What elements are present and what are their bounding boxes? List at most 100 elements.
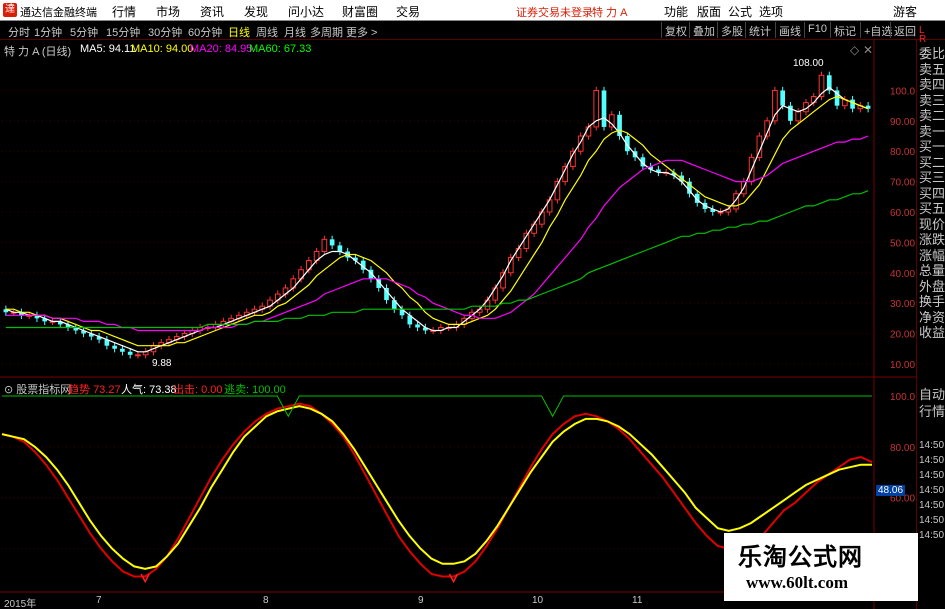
menu-layout[interactable]: 版面 (697, 3, 721, 20)
gear-icon[interactable]: ⊙ (4, 384, 16, 396)
sidebar-time: 14:50 (919, 530, 945, 541)
sidebar-item: 卖一 (919, 123, 945, 139)
sidebar-item: 卖三 (919, 92, 945, 108)
sidebar-item: 买五 (919, 201, 945, 216)
candle-body (850, 99, 855, 109)
sidebar-label-r[interactable]: R (919, 32, 926, 47)
menu-bar: 達 通达信金融终端 行情 市场 资讯 发现 问小达 财富圈 交易 证券交易未登录… (0, 0, 945, 21)
watermark-title: 乐淘公式网 (738, 542, 863, 571)
candle-body (112, 345, 117, 349)
sidebar-item: 买三 (919, 170, 945, 185)
diamond-icon[interactable]: ◇ (850, 43, 859, 57)
trend-legend: 趋势 73.27 (68, 384, 121, 396)
sidebar-item: 换手 (919, 294, 945, 309)
kline-chart[interactable]: 100.0 90.00 80.00 70.00 60.00 50.00 40.00 30.00… (0, 40, 945, 378)
menu-wealth[interactable]: 财富圈 (342, 3, 378, 20)
sidebar-item: 总量 (919, 263, 945, 278)
candle-body (415, 324, 420, 328)
ma60-legend: MA60: 67.33 (249, 43, 312, 55)
login-status[interactable]: 证券交易未登录 (516, 4, 593, 20)
sidebar-quotes[interactable]: 行情 (919, 404, 945, 419)
candle-body (795, 111, 802, 122)
y-tick-label: 60.00 (890, 208, 915, 219)
kline-chart-svg[interactable]: 100.0 90.00 80.00 70.00 60.00 50.00 40.00 30.00… (0, 40, 945, 378)
app-logo-icon: 達 (3, 3, 17, 17)
menu-options[interactable]: 选项 (759, 3, 783, 20)
y-tick-label: 50.00 (890, 238, 915, 249)
period-30min[interactable]: 30分钟 (148, 24, 182, 40)
watermark-url: www.60lt.com (746, 573, 848, 592)
candle-body (127, 351, 133, 355)
sidebar-auto[interactable]: 自动 (919, 387, 945, 402)
menu-user[interactable]: 游客 (893, 3, 917, 20)
candle-body (321, 238, 328, 253)
x-axis-label: 10 (532, 595, 544, 606)
period-5min[interactable]: 5分钟 (70, 24, 98, 40)
menu-xiaoda[interactable]: 问小达 (288, 3, 324, 20)
menu-function[interactable]: 功能 (664, 3, 688, 20)
btn-stats[interactable]: 统计 (745, 22, 774, 38)
candle-body (337, 245, 343, 252)
candle-body (585, 126, 592, 137)
sidebar-time: 14:50 (919, 470, 945, 481)
btn-back[interactable]: 返回 (890, 22, 919, 38)
sidebar-time: 14:50 (919, 455, 945, 466)
escape-legend: 逃卖: 100.00 (224, 384, 286, 396)
period-60min[interactable]: 60分钟 (188, 24, 222, 40)
ma-line-ma5 (5, 86, 869, 353)
quote-sidebar: L R 委比 卖五 卖四 卖三 卖二 卖一 买一 买二 买三 买四 买五 现价 涨跌 涨幅 总量 外盘 换手 净资… (916, 25, 945, 609)
period-weekly[interactable]: 周线 (256, 24, 278, 40)
chart-title: 特 力 A (日线) (4, 46, 72, 58)
menu-discover[interactable]: 发现 (244, 3, 268, 20)
y-tick-label: 90.00 (890, 117, 915, 128)
y-tick-label: 10.00 (890, 360, 915, 371)
btn-overlay[interactable]: 叠加 (689, 22, 718, 38)
period-daily[interactable]: 日线 (228, 24, 250, 40)
popularity-legend: 人气: 73.38 (121, 384, 177, 396)
candle-body (531, 223, 537, 234)
menu-market[interactable]: 市场 (156, 3, 180, 20)
y-tick-label: 100.0 (890, 86, 915, 97)
y-tick-label: 80.00 (890, 147, 915, 158)
candle-body (515, 247, 522, 259)
period-more[interactable]: 更多 > (346, 24, 377, 40)
period-intraday[interactable]: 分时 (8, 24, 30, 40)
sidebar-item: 卖四 (919, 77, 945, 92)
sidebar-item: 买四 (919, 185, 945, 201)
period-monthly[interactable]: 月线 (284, 24, 306, 40)
attack-legend: 出击: 0.00 (173, 384, 223, 396)
ma-line-ma10 (5, 95, 869, 347)
y-tick-label: 40.00 (890, 269, 915, 280)
y-tick-label: 30.00 (890, 299, 915, 310)
indicator-name[interactable]: ⊙ 股票指标网 (4, 381, 71, 397)
sidebar-time: 14:50 (919, 440, 945, 451)
sidebar-item: 净资 (919, 309, 945, 325)
btn-adjust[interactable]: 复权 (661, 22, 690, 38)
btn-mark[interactable]: 标记 (830, 22, 859, 38)
low-price-label: 9.88 (152, 358, 172, 369)
btn-multistock[interactable]: 多股 (717, 22, 746, 38)
period-multi[interactable]: 多周期 (310, 24, 343, 40)
sidebar-time: 14:50 (919, 500, 945, 511)
ma-line-ma20 (5, 135, 869, 332)
btn-draw[interactable]: 画线 (775, 22, 804, 38)
menu-quotes[interactable]: 行情 (112, 3, 136, 20)
menu-trade[interactable]: 交易 (396, 3, 420, 20)
sidebar-item: 现价 (919, 216, 945, 232)
x-axis-label: 2015年 (4, 599, 37, 609)
btn-f10[interactable]: F10 (804, 22, 830, 38)
sidebar-item: 外盘 (919, 278, 945, 294)
sidebar-item: 收益 (919, 325, 945, 340)
buy-signal-spike (140, 573, 150, 584)
menu-formula[interactable]: 公式 (728, 3, 752, 20)
current-value-badge: 48.06 (876, 485, 906, 496)
period-1min[interactable]: 1分钟 (34, 24, 62, 40)
candle-body (135, 354, 141, 357)
period-15min[interactable]: 15分钟 (106, 24, 140, 40)
menu-news[interactable]: 资讯 (200, 3, 224, 20)
sidebar-item: 卖二 (919, 108, 945, 123)
x-axis-label: 9 (418, 595, 424, 606)
sidebar-item: 涨跌 (919, 232, 945, 247)
sidebar-item: 买一 (919, 139, 945, 154)
close-icon[interactable]: ✕ (863, 43, 873, 57)
